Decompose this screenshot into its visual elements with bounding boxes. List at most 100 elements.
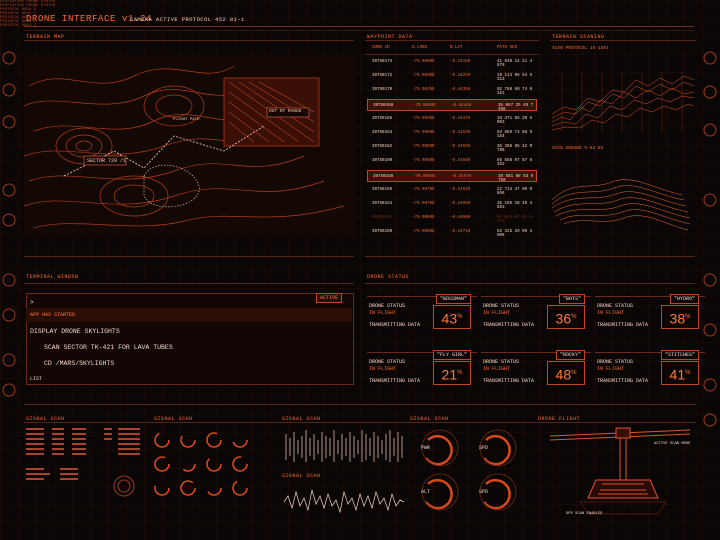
table-cell: 39750154 — [372, 202, 393, 206]
table-cell: -79.0085E — [412, 230, 435, 235]
table-row[interactable]: 39750170 -79.0035E -8.4435H 02 768 69 74 0 … — [367, 84, 537, 97]
table-cell: -79.0060E — [412, 159, 435, 164]
drone-state: IN FLIGHT — [483, 366, 511, 372]
table-cell: 39750166 — [372, 116, 393, 121]
table-cell: 35 396 85 42 0 796 — [497, 145, 533, 154]
table-cell: 39750150 — [372, 230, 393, 235]
table-cell: 86 558 07 87 5 452 — [497, 159, 533, 168]
signal-bars-2 — [283, 489, 405, 514]
col-e-long[interactable]: E.LONG — [412, 46, 427, 50]
drone-status-label: DRONE STATUS — [369, 359, 406, 365]
sector-label: SECTOR 720 /1 — [87, 158, 127, 164]
signal-scan-title-4: SIGNAL SCAN — [282, 473, 321, 479]
terminal-active-badge: ACTIVE — [316, 293, 343, 303]
table-row[interactable]: 39750174 -79.0080E -8.4415H 41 938 12 21 4 … — [367, 56, 537, 69]
col-cord-id[interactable]: CORD ID — [372, 46, 390, 50]
drone-card-stitches[interactable]: "STITCHES" DRONE STATUS IN FLIGHT TRANSM… — [595, 350, 705, 401]
flight-path-label: FLIGHT PATH — [173, 118, 200, 122]
table-row[interactable]: 39750172 -79.0030E -8.4425H 18 114 05 54 5 … — [367, 70, 537, 83]
terrain-map[interactable] — [24, 56, 356, 238]
drone-card-hydro[interactable]: "HYDRO" DRONE STATUS IN FLIGHT TRANSMITT… — [595, 294, 705, 345]
app-subtitle: CAMERA ACTIVE PROTOCOL 452 81-1 — [130, 16, 245, 23]
table-cell: -8.4455H — [450, 145, 471, 150]
table-cell: -79.0055E — [412, 145, 435, 150]
drone-flight-render[interactable] — [540, 424, 696, 520]
terminal-prompt: > — [30, 299, 34, 306]
terminal-line-5[interactable]: LIST — [30, 376, 42, 382]
col-n-lat[interactable]: N.LAT — [450, 46, 463, 50]
drone-percent: 38% — [661, 305, 699, 329]
drone-name: "STITCHES" — [660, 350, 699, 360]
table-cell: -8.4453H — [450, 131, 471, 135]
table-cell: -79.0080E — [412, 216, 435, 221]
drone-card-bossman[interactable]: "BOSSMAN" DRONE STATUS IN FLIGHT TRANSMI… — [367, 294, 477, 345]
table-row[interactable]: 39750160 -79.0060E -8.4456H 86 558 07 87 5 … — [367, 155, 537, 168]
table-row[interactable]: 39750164 -79.0050E -8.4453H 93 899 73 88 9 … — [367, 127, 537, 140]
drone-state: IN FLIGHT — [369, 310, 397, 316]
drone-tx: TRANSMITTING DATA — [369, 378, 421, 384]
table-row[interactable]: 39750166 -79.0045E -8.4447H 18 371 55 20 5 … — [367, 113, 537, 126]
table-cell: -79.0040E — [413, 103, 436, 108]
drone-card-bots[interactable]: "BOTS" DRONE STATUS IN FLIGHT TRANSMITTI… — [481, 294, 591, 345]
gauge-alt: ALT — [421, 489, 431, 495]
drone-card-rocky[interactable]: "ROCKY" DRONE STATUS IN FLIGHT TRANSMITT… — [481, 350, 591, 401]
terminal-line-1: APP HAS STARTED — [30, 312, 76, 318]
table-row[interactable]: 39750154 -79.0075E -8.4465H 35 195 18 45 4 … — [367, 198, 537, 211]
side-gauges — [2, 51, 16, 397]
table-cell: -8.4425H — [450, 74, 471, 79]
terminal-line-2: DISPLAY DRONE SKYLIGHTS — [30, 328, 120, 335]
table-cell: -79.0070E — [412, 187, 435, 192]
table-cell: -8.4471H — [450, 230, 471, 235]
table-cell: -79.0035E — [412, 88, 435, 93]
drone-tx: TRANSMITTING DATA — [483, 322, 535, 328]
drone-tx: TRANSMITTING DATA — [597, 322, 649, 328]
table-row[interactable]: 39750158 -79.0065E -8.4457H 38 581 88 63 9 … — [367, 169, 537, 183]
terminal-line-4: CD /MARS/SKYLIGHTS — [44, 360, 115, 367]
drone-state: IN FLIGHT — [597, 366, 625, 372]
terminal-line-3: SCAN SECTOR TK-421 FOR LAVA TUBES — [44, 344, 173, 351]
gauge-spd-2: SPD — [479, 489, 489, 495]
table-cell: 39750168 — [373, 103, 394, 108]
table-cell: 35 067 25 49 7 488 — [498, 103, 534, 112]
table-row[interactable]: 39750150 -79.0085E -8.4471H 62 315 29 09 4 … — [367, 226, 537, 239]
drone-status-label: DRONE STATUS — [597, 359, 634, 365]
table-row[interactable]: 39750156 -79.0070E -8.4463H 22 714 37 90 0 … — [367, 184, 537, 197]
drone-percent: 36% — [547, 305, 585, 329]
drone-card-fly-girl[interactable]: "FLY GIRL" DRONE STATUS IN FLIGHT TRANSM… — [367, 350, 477, 401]
drone-percent: 48% — [547, 361, 585, 385]
gps-scan-label: GPS SCAN ENABLED — [566, 512, 603, 516]
table-cell: 18 114 05 54 5 313 — [497, 74, 533, 83]
table-cell: -8.4465H — [450, 202, 471, 206]
table-row[interactable]: 39750152 -79.0080E -8.4468H 02 863 67 21 3 … — [367, 212, 537, 225]
table-cell: 39750170 — [372, 88, 393, 93]
drone-tx: TRANSMITTING DATA — [483, 378, 535, 384]
drone-state: IN FLIGHT — [597, 310, 625, 316]
table-cell: 02 863 67 21 3 072 — [497, 216, 533, 225]
drone-name: "HYDRO" — [669, 294, 699, 304]
drone-status-label: DRONE STATUS — [597, 303, 634, 309]
col-path-geo[interactable]: PATH GEO — [497, 46, 517, 50]
table-cell: -8.4457H — [451, 174, 472, 179]
table-row[interactable]: 39750162 -79.0055E -8.4455H 35 396 85 42 0 … — [367, 141, 537, 154]
table-cell: 38 581 88 63 9 750 — [498, 174, 534, 183]
gauge-cluster — [421, 429, 517, 511]
table-cell: -8.4444H — [451, 103, 472, 108]
table-cell: -8.4463H — [450, 187, 471, 192]
drone-percent: 41% — [661, 361, 699, 385]
drone-name: "BOTS" — [558, 294, 585, 304]
table-row[interactable]: 39750168 -79.0040E -8.4444H 35 067 25 49 7 … — [367, 98, 537, 112]
drone-status-title: DRONE STATUS — [367, 274, 410, 280]
terminal-window[interactable] — [26, 293, 354, 385]
table-cell: 39750164 — [372, 131, 393, 135]
drone-name: "ROCKY" — [555, 350, 585, 360]
table-cell: -8.4435H — [450, 88, 471, 93]
out-of-range-label: OUT OF RANGE — [269, 109, 302, 114]
table-cell: -79.0080E — [412, 60, 435, 64]
scan-ground: SCAN GROUND 5-62 82 — [552, 146, 604, 151]
table-cell: 39750156 — [372, 187, 393, 192]
drone-tx: TRANSMITTING DATA — [369, 322, 421, 328]
table-cell: -8.4447H — [450, 116, 471, 121]
gauge-spd: SPD — [479, 445, 489, 451]
table-cell: 39750160 — [372, 159, 393, 164]
terminal-title: TERMINAL WINDOW — [26, 274, 79, 280]
